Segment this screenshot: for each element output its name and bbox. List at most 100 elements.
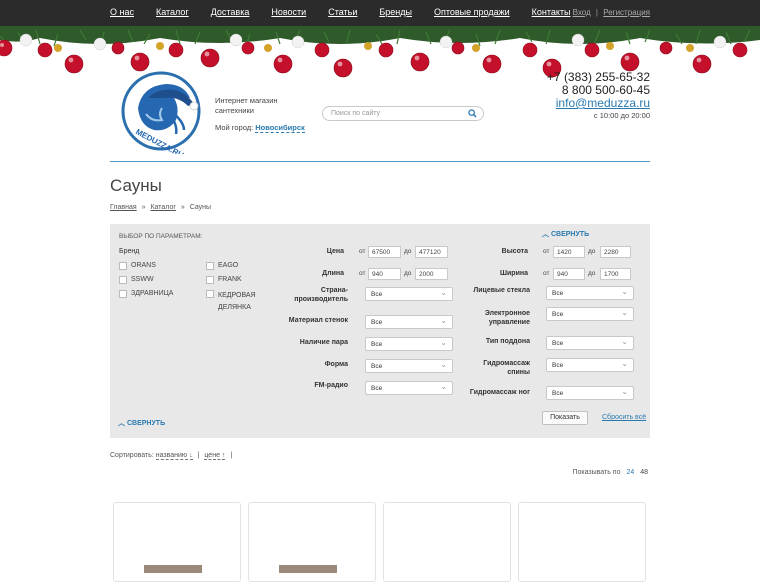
per-page-selector: Показывать по 24 48 — [572, 469, 648, 476]
main-nav: О нас Каталог Доставка Новости Статьи Бр… — [110, 7, 593, 17]
product-card[interactable] — [518, 502, 646, 582]
select-electronic-control[interactable]: Все — [546, 307, 634, 321]
product-card[interactable] — [383, 502, 511, 582]
chevron-up-icon: ︿ — [118, 420, 125, 427]
product-image — [279, 565, 337, 573]
brand-label: SSWW — [131, 276, 154, 283]
nav-about[interactable]: О нас — [110, 7, 134, 17]
brand-checkbox-ssww[interactable]: SSWW — [119, 276, 154, 284]
from-label: от — [359, 270, 366, 277]
collapse-filter-bottom[interactable]: ︿ СВЕРНУТЬ — [118, 418, 165, 428]
per-page-24[interactable]: 24 — [626, 469, 634, 476]
product-card[interactable] — [248, 502, 376, 582]
to-label: до — [588, 248, 596, 255]
collapse-filter-top[interactable]: ︿ СВЕРНУТЬ — [542, 229, 589, 239]
width-label: Ширина — [499, 270, 528, 277]
brand-checkbox-zdravnitsa[interactable]: ЗДРАВНИЦА — [119, 290, 173, 298]
sort-by-name[interactable]: названию ↓ — [155, 452, 193, 460]
select-shape[interactable]: Все — [365, 359, 453, 373]
filter-label-back-massage: Гидромассаж спины — [483, 360, 530, 376]
tagline-line1: Интернет магазин — [215, 96, 278, 105]
brand-checkbox-frank[interactable]: FRANK — [206, 276, 242, 284]
page-title: Сауны — [110, 176, 162, 195]
price-min-input[interactable]: 67500 — [368, 246, 401, 258]
length-min-input[interactable]: 940 — [368, 268, 401, 280]
select-back-massage[interactable]: Все — [546, 358, 634, 372]
filter-title: ВЫБОР ПО ПАРАМЕТРАМ: — [119, 233, 203, 240]
sort-separator: | — [230, 452, 233, 459]
top-navbar: О нас Каталог Доставка Новости Статьи Бр… — [0, 0, 760, 26]
brand-checkbox-kedrovaya[interactable]: КЕДРОВАЯ ДЕЛЯНКА — [206, 290, 276, 314]
to-label: до — [404, 248, 412, 255]
from-label: от — [359, 248, 366, 255]
checkbox-icon — [206, 290, 214, 298]
select-front-glass[interactable]: Все — [546, 286, 634, 300]
select-fm-radio[interactable]: Все — [365, 381, 453, 395]
filter-label-fm-radio: FM-радио — [314, 382, 348, 389]
nav-news[interactable]: Новости — [271, 7, 306, 17]
filter-label-tray-type: Тип поддона — [485, 338, 530, 345]
to-label: до — [404, 270, 412, 277]
nav-wholesale[interactable]: Оптовые продажи — [434, 7, 510, 17]
height-max-input[interactable]: 2280 — [600, 246, 631, 258]
checkbox-icon — [119, 290, 127, 298]
collapse-label: СВЕРНУТЬ — [550, 231, 590, 238]
filter-panel: ВЫБОР ПО ПАРАМЕТРАМ: ︿ СВЕРНУТЬ Бренд OR… — [110, 224, 650, 438]
nav-catalog[interactable]: Каталог — [156, 7, 189, 17]
price-label: Цена — [326, 248, 344, 255]
checkbox-icon — [206, 276, 214, 284]
filter-label-steam: Наличие пара — [299, 339, 348, 346]
breadcrumb: Главная » Каталог » Сауны — [110, 204, 211, 211]
brand-label: EAGO — [218, 262, 239, 269]
from-label: от — [543, 248, 550, 255]
checkbox-icon — [206, 262, 214, 270]
filter-label-foot-massage: Гидромассаж ног — [469, 389, 530, 396]
nav-contacts[interactable]: Контакты — [532, 7, 571, 17]
contacts-block: +7 (383) 255-65-32 8 800 500-60-45 info@… — [547, 71, 650, 121]
from-label: от — [543, 270, 550, 277]
height-min-input[interactable]: 1420 — [553, 246, 585, 258]
filter-label-electronic-control: Электронное управление — [484, 310, 530, 326]
sort-by-price[interactable]: цене ↑ — [204, 452, 226, 460]
brand-label: ЗДРАВНИЦА — [131, 290, 174, 297]
nav-brands[interactable]: Бренды — [379, 7, 412, 17]
width-max-input[interactable]: 1700 — [600, 268, 631, 280]
search-placeholder: Поиск по сайту — [331, 110, 381, 117]
city-label: Мой город: — [215, 123, 254, 132]
product-image — [144, 565, 202, 573]
length-max-input[interactable]: 2000 — [415, 268, 448, 280]
filter-label-front-glass: Лицевые стекла — [473, 287, 530, 294]
brand-label: ORANS — [131, 262, 156, 269]
show-results-button[interactable]: Показать — [542, 411, 588, 425]
auth-links: Вход | Регистрация — [573, 8, 650, 17]
search-icon[interactable] — [468, 109, 477, 118]
select-foot-massage[interactable]: Все — [546, 386, 634, 400]
select-wall-material[interactable]: Все — [365, 315, 453, 329]
nav-delivery[interactable]: Доставка — [211, 7, 250, 17]
select-country[interactable]: Все — [365, 287, 453, 301]
work-hours: с 10:00 до 20:00 — [593, 111, 650, 120]
brand-checkbox-orans[interactable]: ORANS — [119, 262, 156, 270]
breadcrumb-home[interactable]: Главная — [110, 204, 137, 211]
shop-tagline: Интернет магазин сантехники — [215, 96, 278, 116]
select-tray-type[interactable]: Все — [546, 336, 634, 350]
select-steam[interactable]: Все — [365, 337, 453, 351]
register-link[interactable]: Регистрация — [603, 8, 650, 17]
email-link[interactable]: info@meduzza.ru — [547, 97, 650, 110]
brand-checkbox-eago[interactable]: EAGO — [206, 262, 238, 270]
price-max-input[interactable]: 477120 — [415, 246, 448, 258]
filter-label-wall-material: Материал стенок — [288, 317, 348, 324]
nav-articles[interactable]: Статьи — [328, 7, 357, 17]
breadcrumb-catalog[interactable]: Каталог — [150, 204, 175, 211]
height-label: Высота — [501, 248, 528, 255]
reset-filter-link[interactable]: Сбросить всё — [602, 414, 646, 421]
city-link[interactable]: Новосибирск — [255, 123, 305, 133]
width-min-input[interactable]: 940 — [553, 268, 585, 280]
login-link[interactable]: Вход — [573, 8, 591, 17]
per-page-label: Показывать по — [572, 469, 621, 476]
site-logo[interactable]: MEDUZZA.RU — [118, 68, 204, 154]
city-selector: Мой город: Новосибирск — [215, 123, 305, 133]
per-page-48[interactable]: 48 — [640, 469, 648, 476]
product-card[interactable] — [113, 502, 241, 582]
search-input[interactable]: Поиск по сайту — [322, 106, 484, 121]
